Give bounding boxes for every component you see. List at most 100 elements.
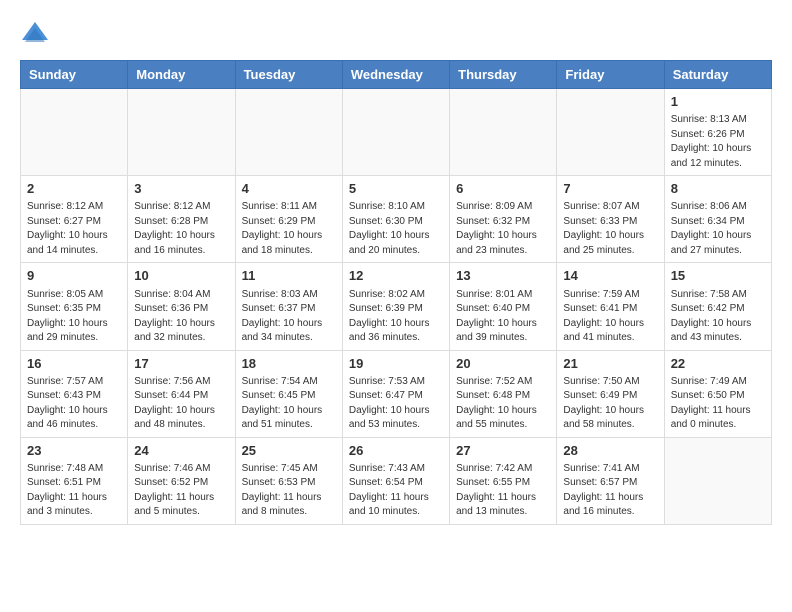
day-info: Sunrise: 7:48 AM Sunset: 6:51 PM Dayligh…	[27, 462, 121, 520]
day-number: 3	[134, 180, 228, 198]
calendar-cell: 23 Sunrise: 7:48 AM Sunset: 6:51 PM Dayli…	[21, 437, 128, 524]
day-info: Sunrise: 7:49 AM Sunset: 6:50 PM Dayligh…	[671, 375, 765, 433]
day-number: 5	[349, 180, 443, 198]
day-info: Sunrise: 8:06 AM Sunset: 6:34 PM Dayligh…	[671, 200, 765, 258]
day-number: 27	[456, 442, 550, 460]
day-number: 21	[563, 355, 657, 373]
calendar-cell: 19 Sunrise: 7:53 AM Sunset: 6:47 PM Dayli…	[342, 350, 449, 437]
day-info: Sunrise: 7:53 AM Sunset: 6:47 PM Dayligh…	[349, 375, 443, 433]
day-number: 16	[27, 355, 121, 373]
day-info: Sunrise: 8:02 AM Sunset: 6:39 PM Dayligh…	[349, 288, 443, 346]
calendar-cell: 18 Sunrise: 7:54 AM Sunset: 6:45 PM Dayli…	[235, 350, 342, 437]
calendar-cell: 21 Sunrise: 7:50 AM Sunset: 6:49 PM Dayli…	[557, 350, 664, 437]
day-number: 25	[242, 442, 336, 460]
day-number: 11	[242, 267, 336, 285]
day-info: Sunrise: 8:09 AM Sunset: 6:32 PM Dayligh…	[456, 200, 550, 258]
day-number: 18	[242, 355, 336, 373]
calendar-cell: 17Sunrise: 7:56 AM Sunset: 6:44 PM Dayli…	[128, 350, 235, 437]
day-number: 1	[671, 93, 765, 111]
calendar-cell	[21, 89, 128, 176]
day-info: Sunrise: 7:56 AM Sunset: 6:44 PM Dayligh…	[134, 375, 228, 433]
weekday-header-wednesday: Wednesday	[342, 61, 449, 89]
day-info: Sunrise: 8:12 AM Sunset: 6:28 PM Dayligh…	[134, 200, 228, 258]
day-info: Sunrise: 7:41 AM Sunset: 6:57 PM Dayligh…	[563, 462, 657, 520]
calendar-cell: 14 Sunrise: 7:59 AM Sunset: 6:41 PM Dayli…	[557, 263, 664, 350]
day-info: Sunrise: 7:43 AM Sunset: 6:54 PM Dayligh…	[349, 462, 443, 520]
calendar-cell	[450, 89, 557, 176]
day-info: Sunrise: 7:52 AM Sunset: 6:48 PM Dayligh…	[456, 375, 550, 433]
day-number: 20	[456, 355, 550, 373]
day-info: Sunrise: 8:11 AM Sunset: 6:29 PM Dayligh…	[242, 200, 336, 258]
calendar-cell: 10 Sunrise: 8:04 AM Sunset: 6:36 PM Dayli…	[128, 263, 235, 350]
calendar-cell: 26Sunrise: 7:43 AM Sunset: 6:54 PM Dayli…	[342, 437, 449, 524]
day-number: 14	[563, 267, 657, 285]
calendar-week-row: 1 Sunrise: 8:13 AM Sunset: 6:26 PM Daylig…	[21, 89, 772, 176]
weekday-header-thursday: Thursday	[450, 61, 557, 89]
day-number: 4	[242, 180, 336, 198]
day-info: Sunrise: 7:59 AM Sunset: 6:41 PM Dayligh…	[563, 288, 657, 346]
calendar-cell: 11 Sunrise: 8:03 AM Sunset: 6:37 PM Dayli…	[235, 263, 342, 350]
calendar-cell: 1 Sunrise: 8:13 AM Sunset: 6:26 PM Daylig…	[664, 89, 771, 176]
day-info: Sunrise: 7:50 AM Sunset: 6:49 PM Dayligh…	[563, 375, 657, 433]
day-info: Sunrise: 7:54 AM Sunset: 6:45 PM Dayligh…	[242, 375, 336, 433]
calendar-week-row: 23 Sunrise: 7:48 AM Sunset: 6:51 PM Dayli…	[21, 437, 772, 524]
day-number: 6	[456, 180, 550, 198]
calendar-cell	[128, 89, 235, 176]
calendar-cell	[342, 89, 449, 176]
day-info: Sunrise: 7:46 AM Sunset: 6:52 PM Dayligh…	[134, 462, 228, 520]
calendar-cell: 16 Sunrise: 7:57 AM Sunset: 6:43 PM Dayli…	[21, 350, 128, 437]
calendar-cell	[557, 89, 664, 176]
calendar-cell: 13 Sunrise: 8:01 AM Sunset: 6:40 PM Dayli…	[450, 263, 557, 350]
day-info: Sunrise: 8:10 AM Sunset: 6:30 PM Dayligh…	[349, 200, 443, 258]
day-number: 2	[27, 180, 121, 198]
calendar-cell: 25 Sunrise: 7:45 AM Sunset: 6:53 PM Dayli…	[235, 437, 342, 524]
day-number: 13	[456, 267, 550, 285]
day-info: Sunrise: 8:12 AM Sunset: 6:27 PM Dayligh…	[27, 200, 121, 258]
calendar-cell	[235, 89, 342, 176]
calendar-table: SundayMondayTuesdayWednesdayThursdayFrid…	[20, 60, 772, 525]
day-number: 19	[349, 355, 443, 373]
day-number: 15	[671, 267, 765, 285]
day-info: Sunrise: 8:03 AM Sunset: 6:37 PM Dayligh…	[242, 288, 336, 346]
calendar-cell: 28 Sunrise: 7:41 AM Sunset: 6:57 PM Dayli…	[557, 437, 664, 524]
day-number: 7	[563, 180, 657, 198]
day-info: Sunrise: 7:45 AM Sunset: 6:53 PM Dayligh…	[242, 462, 336, 520]
calendar-cell: 24 Sunrise: 7:46 AM Sunset: 6:52 PM Dayli…	[128, 437, 235, 524]
weekday-header-tuesday: Tuesday	[235, 61, 342, 89]
day-number: 28	[563, 442, 657, 460]
logo	[20, 20, 54, 50]
day-info: Sunrise: 8:04 AM Sunset: 6:36 PM Dayligh…	[134, 288, 228, 346]
calendar-cell: 22 Sunrise: 7:49 AM Sunset: 6:50 PM Dayli…	[664, 350, 771, 437]
calendar-week-row: 9 Sunrise: 8:05 AM Sunset: 6:35 PM Daylig…	[21, 263, 772, 350]
calendar-week-row: 16 Sunrise: 7:57 AM Sunset: 6:43 PM Dayli…	[21, 350, 772, 437]
day-info: Sunrise: 8:05 AM Sunset: 6:35 PM Dayligh…	[27, 288, 121, 346]
calendar-cell: 7 Sunrise: 8:07 AM Sunset: 6:33 PM Daylig…	[557, 176, 664, 263]
day-info: Sunrise: 8:01 AM Sunset: 6:40 PM Dayligh…	[456, 288, 550, 346]
day-info: Sunrise: 7:42 AM Sunset: 6:55 PM Dayligh…	[456, 462, 550, 520]
weekday-header-row: SundayMondayTuesdayWednesdayThursdayFrid…	[21, 61, 772, 89]
day-info: Sunrise: 7:57 AM Sunset: 6:43 PM Dayligh…	[27, 375, 121, 433]
weekday-header-friday: Friday	[557, 61, 664, 89]
day-number: 9	[27, 267, 121, 285]
calendar-cell: 3 Sunrise: 8:12 AM Sunset: 6:28 PM Daylig…	[128, 176, 235, 263]
calendar-cell: 6 Sunrise: 8:09 AM Sunset: 6:32 PM Daylig…	[450, 176, 557, 263]
day-number: 24	[134, 442, 228, 460]
calendar-cell	[664, 437, 771, 524]
day-info: Sunrise: 7:58 AM Sunset: 6:42 PM Dayligh…	[671, 288, 765, 346]
day-number: 22	[671, 355, 765, 373]
calendar-week-row: 2 Sunrise: 8:12 AM Sunset: 6:27 PM Daylig…	[21, 176, 772, 263]
weekday-header-saturday: Saturday	[664, 61, 771, 89]
page-header	[20, 20, 772, 50]
calendar-cell: 12Sunrise: 8:02 AM Sunset: 6:39 PM Dayli…	[342, 263, 449, 350]
day-number: 10	[134, 267, 228, 285]
calendar-cell: 27 Sunrise: 7:42 AM Sunset: 6:55 PM Dayli…	[450, 437, 557, 524]
day-number: 23	[27, 442, 121, 460]
calendar-cell: 9 Sunrise: 8:05 AM Sunset: 6:35 PM Daylig…	[21, 263, 128, 350]
weekday-header-monday: Monday	[128, 61, 235, 89]
calendar-cell: 5 Sunrise: 8:10 AM Sunset: 6:30 PM Daylig…	[342, 176, 449, 263]
calendar-cell: 4 Sunrise: 8:11 AM Sunset: 6:29 PM Daylig…	[235, 176, 342, 263]
logo-icon	[20, 20, 50, 50]
calendar-cell: 20 Sunrise: 7:52 AM Sunset: 6:48 PM Dayli…	[450, 350, 557, 437]
day-info: Sunrise: 8:13 AM Sunset: 6:26 PM Dayligh…	[671, 113, 765, 171]
day-info: Sunrise: 8:07 AM Sunset: 6:33 PM Dayligh…	[563, 200, 657, 258]
